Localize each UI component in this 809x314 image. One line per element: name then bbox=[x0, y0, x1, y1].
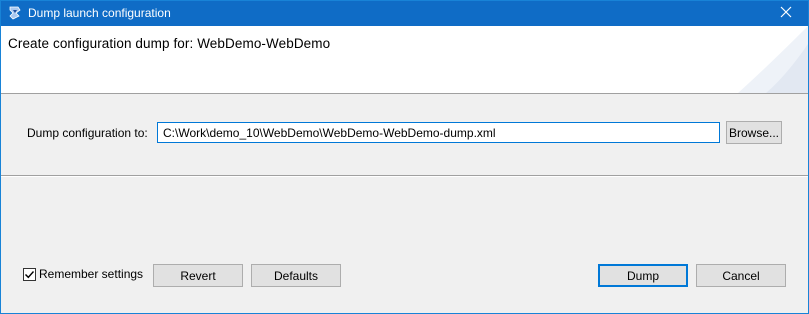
browse-button[interactable]: Browse... bbox=[726, 121, 782, 144]
dump-path-input[interactable] bbox=[157, 122, 720, 143]
eclipse-launch-icon bbox=[7, 5, 23, 21]
cancel-button[interactable]: Cancel bbox=[696, 264, 786, 287]
dump-path-label: Dump configuration to: bbox=[27, 126, 148, 140]
dump-button[interactable]: Dump bbox=[598, 264, 688, 287]
header-divider bbox=[1, 93, 808, 94]
close-button[interactable] bbox=[764, 1, 808, 26]
header-banner-graphic bbox=[738, 26, 808, 93]
page-title: Create configuration dump for: WebDemo-W… bbox=[8, 36, 331, 51]
revert-button[interactable]: Revert bbox=[153, 264, 243, 287]
remember-settings-label: Remember settings bbox=[39, 267, 144, 281]
dialog-window: Dump launch configuration Create configu… bbox=[0, 0, 809, 314]
remember-settings-option[interactable]: Remember settings bbox=[23, 267, 143, 281]
window-title: Dump launch configuration bbox=[28, 6, 171, 20]
close-icon bbox=[780, 6, 792, 21]
checkmark-icon bbox=[25, 270, 35, 278]
defaults-button[interactable]: Defaults bbox=[251, 264, 341, 287]
dialog-header: Create configuration dump for: WebDemo-W… bbox=[1, 26, 808, 93]
remember-settings-checkbox[interactable] bbox=[23, 267, 36, 281]
title-bar[interactable]: Dump launch configuration bbox=[1, 1, 808, 26]
